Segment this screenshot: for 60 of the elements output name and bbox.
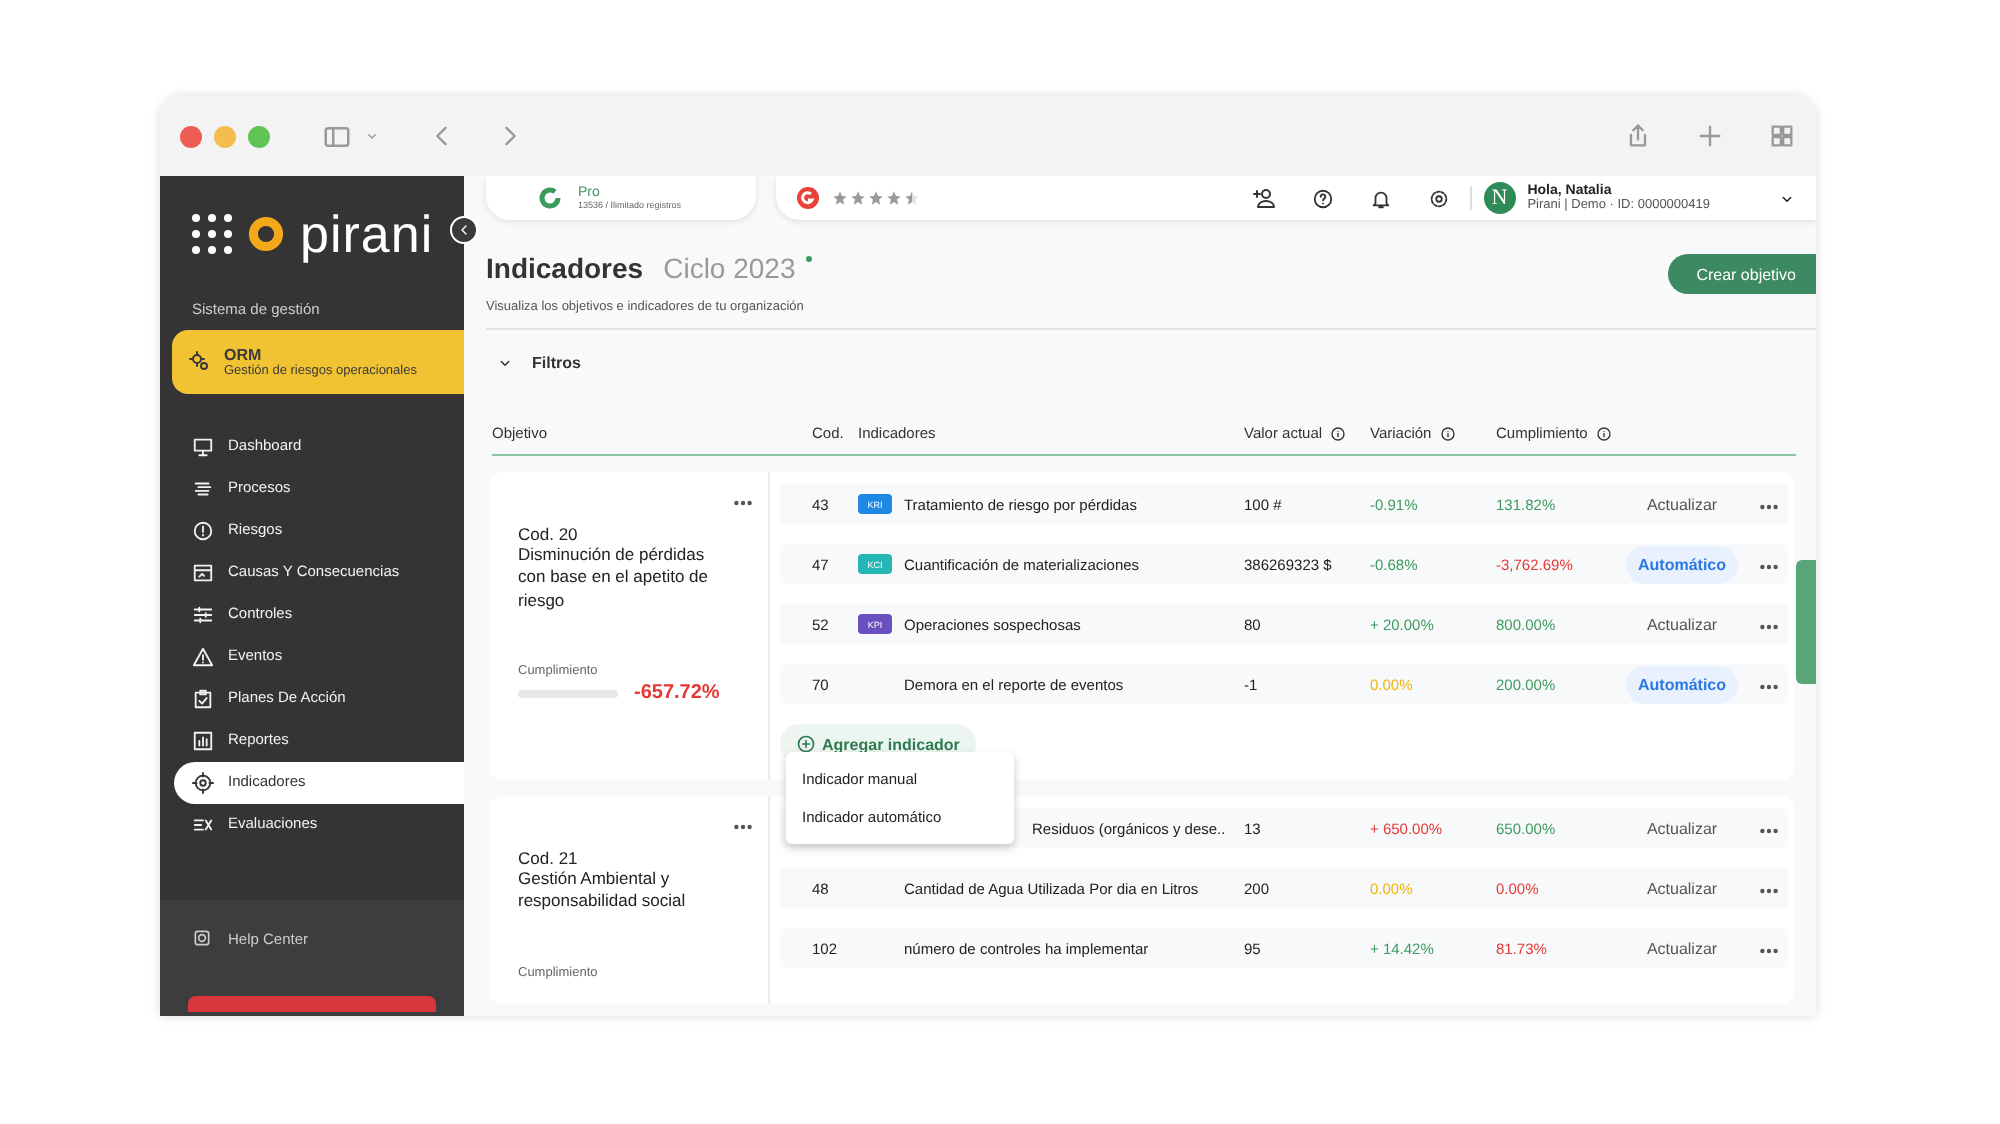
more-icon[interactable] [1759,563,1777,569]
cycle-label: Ciclo 2023 [663,252,796,284]
objective-code: Cod. 21 [518,848,580,868]
share-icon [1624,122,1652,150]
page-title: Indicadores [486,252,644,284]
more-icon[interactable] [1759,503,1777,509]
chevron-left-icon [456,222,472,238]
filters-toggle[interactable]: Filtros [496,354,1816,372]
sidebar-icon [322,121,352,151]
update-link[interactable]: Actualizar [1646,495,1718,513]
status-dot [805,256,812,262]
lifebuoy-icon [192,928,212,948]
target-icon [192,772,214,794]
objective-title: Disminución de pérdidas con base en el apetito de riesgo [518,544,710,613]
ring-logo-icon [248,216,284,252]
review-logo-icon [796,186,820,210]
brand-name: pirani [300,208,434,260]
window-icon [192,562,214,584]
help-icon [1311,187,1334,209]
grid-icon [1768,122,1796,150]
update-link[interactable]: Actualizar [1646,939,1718,957]
refresh-icon [538,186,562,210]
plus-icon [1696,122,1724,150]
chart-icon [192,730,214,752]
info-icon [1439,425,1456,441]
warning-icon [192,646,214,668]
apps-grid-icon[interactable] [192,214,232,254]
close-button[interactable] [180,125,202,147]
objective-code: Cod. 20 [518,524,580,544]
info-icon [1595,425,1612,441]
more-icon[interactable] [1759,683,1777,689]
collapse-button[interactable] [450,216,478,244]
user-avatar[interactable]: N [1483,182,1516,214]
info-icon [1330,425,1347,441]
list-icon [192,814,214,836]
lines-icon [192,478,214,500]
automatic-button[interactable]: Automático [1626,665,1738,703]
more-icon[interactable] [734,500,752,506]
automatic-button[interactable]: Automático [1626,545,1738,583]
update-link[interactable]: Actualizar [1646,879,1718,897]
more-icon[interactable] [1759,887,1777,893]
bell-icon [1369,187,1392,209]
plus-circle-icon [796,734,816,754]
more-icon[interactable] [734,824,752,830]
gears-icon [188,350,212,374]
add-user-icon [1251,186,1276,210]
monitor-icon [192,436,214,458]
more-icon[interactable] [1759,827,1777,833]
compliance-value: -657.72% [634,682,720,705]
objective-title: Gestión Ambiental y responsabilidad social [518,868,688,914]
settings-icon [1427,187,1450,209]
chevron-down-icon [364,128,380,144]
update-link[interactable]: Actualizar [1646,615,1718,633]
alert-icon [192,520,214,542]
checklist-icon [192,688,214,710]
sliders-icon [192,604,214,626]
create-objective-button[interactable]: Crear objetivo [1668,254,1816,294]
more-icon[interactable] [1759,623,1777,629]
update-link[interactable]: Actualizar [1646,819,1718,837]
more-icon[interactable] [1759,947,1777,953]
